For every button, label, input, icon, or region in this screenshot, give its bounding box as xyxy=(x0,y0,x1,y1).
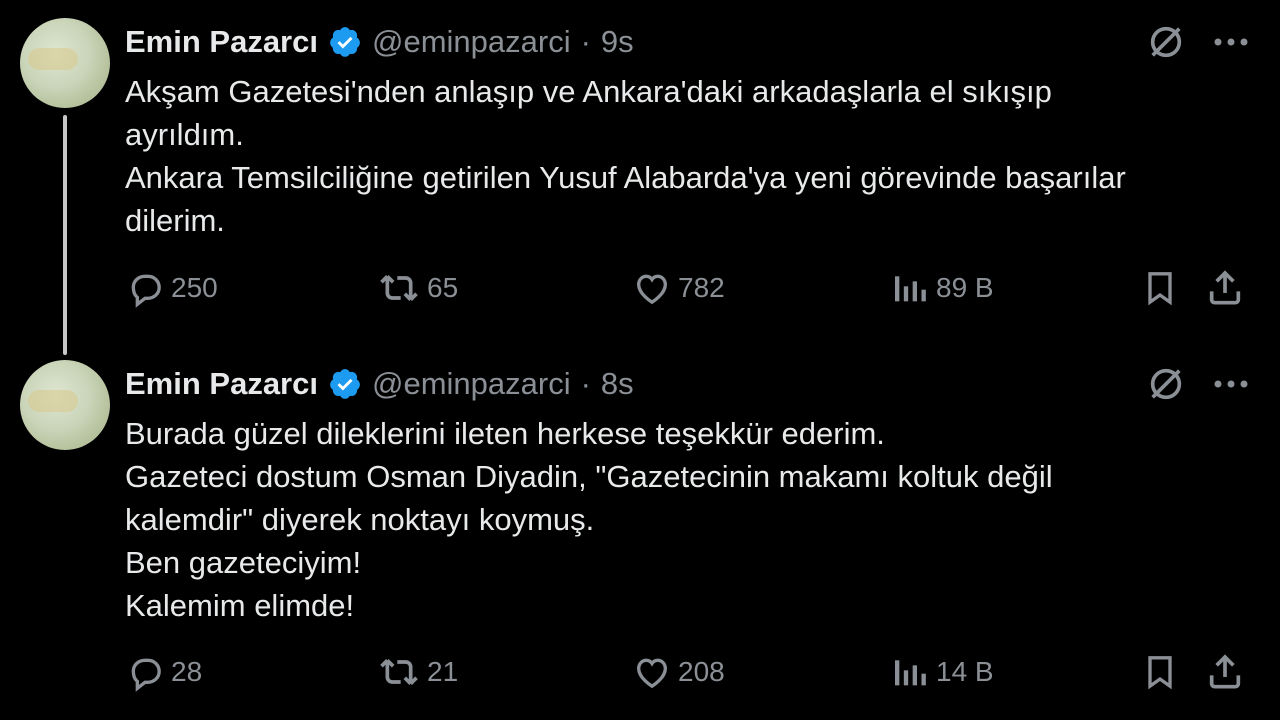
like-icon xyxy=(636,658,668,689)
reply-count: 250 xyxy=(171,272,218,303)
tweet-text-line: dilerim. xyxy=(125,203,225,238)
views-count: 14 B xyxy=(936,656,994,687)
tweet-text-line: Burada güzel dileklerini ileten herkese … xyxy=(125,416,885,451)
retweet-icon xyxy=(380,275,418,301)
reply-icon xyxy=(131,658,161,692)
author-name[interactable]: Emin Pazarcı xyxy=(125,366,318,402)
share-icon xyxy=(1209,654,1241,689)
tweet-top-icons xyxy=(1146,22,1250,62)
tweet-text: Burada güzel dileklerini ileten herkese … xyxy=(125,412,1225,627)
avatar[interactable] xyxy=(20,360,110,450)
tweet-text-line: Akşam Gazetesi'nden anlaşıp ve Ankara'da… xyxy=(125,74,1052,109)
like-icon xyxy=(636,274,668,305)
tweet-text: Akşam Gazetesi'nden anlaşıp ve Ankara'da… xyxy=(125,70,1225,242)
bookmark-icon xyxy=(1148,656,1172,690)
share-button[interactable] xyxy=(1205,652,1245,692)
retweet-count: 21 xyxy=(427,656,459,687)
like-button[interactable]: 208 xyxy=(632,652,725,692)
like-button[interactable]: 782 xyxy=(632,268,725,308)
reply-icon xyxy=(131,274,161,308)
tweet-header: Emin Pazarcı @eminpazarci · 9s xyxy=(125,22,634,62)
like-count: 782 xyxy=(678,272,725,303)
views-button[interactable]: 89 B xyxy=(890,268,994,308)
views-button[interactable]: 14 B xyxy=(890,652,994,692)
views-icon xyxy=(895,660,926,686)
tweet-timestamp[interactable]: 8s xyxy=(601,366,634,402)
retweet-count: 65 xyxy=(427,272,459,303)
views-count: 89 B xyxy=(936,272,994,303)
separator-dot: · xyxy=(580,366,591,401)
bookmark-button[interactable] xyxy=(1140,268,1180,308)
tweet-text-line: Kalemim elimde! xyxy=(125,588,355,623)
reply-button[interactable]: 28 xyxy=(125,652,202,692)
bookmark-icon xyxy=(1148,272,1172,306)
verified-badge-icon xyxy=(330,369,360,399)
tweet-text-line: Gazeteci dostum Osman Diyadin, "Gazeteci… xyxy=(125,459,1053,494)
retweet-button[interactable]: 65 xyxy=(377,268,458,308)
more-icon[interactable] xyxy=(1212,35,1250,49)
tweet-timestamp[interactable]: 9s xyxy=(601,24,634,60)
share-icon xyxy=(1209,270,1241,305)
retweet-icon xyxy=(380,659,418,685)
views-icon xyxy=(895,276,926,302)
reply-button[interactable]: 250 xyxy=(125,268,218,308)
grok-icon[interactable] xyxy=(1146,364,1186,404)
tweet-text-line: Ankara Temsilciliğine getirilen Yusuf Al… xyxy=(125,160,1126,195)
author-name[interactable]: Emin Pazarcı xyxy=(125,24,318,60)
separator-dot: · xyxy=(580,24,591,59)
like-count: 208 xyxy=(678,656,725,687)
author-handle[interactable]: @eminpazarci xyxy=(372,366,571,402)
tweet-text-line: kalemdir" diyerek noktayı koymuş. xyxy=(125,502,595,537)
tweet-header: Emin Pazarcı @eminpazarci · 8s xyxy=(125,364,634,404)
reply-count: 28 xyxy=(171,656,203,687)
author-handle[interactable]: @eminpazarci xyxy=(372,24,571,60)
tweet-actions: 250 65 782 89 B xyxy=(125,268,1255,318)
thread-connector-line xyxy=(63,115,67,355)
tweet-actions: 28 21 208 14 B xyxy=(125,652,1255,702)
grok-icon[interactable] xyxy=(1146,22,1186,62)
tweet-top-icons xyxy=(1146,364,1250,404)
tweet-text-line: Ben gazeteciyim! xyxy=(125,545,362,580)
more-icon[interactable] xyxy=(1212,377,1250,391)
retweet-button[interactable]: 21 xyxy=(377,652,458,692)
bookmark-button[interactable] xyxy=(1140,652,1180,692)
tweet-text-line: ayrıldım. xyxy=(125,117,244,152)
share-button[interactable] xyxy=(1205,268,1245,308)
verified-badge-icon xyxy=(330,27,360,57)
avatar[interactable] xyxy=(20,18,110,108)
